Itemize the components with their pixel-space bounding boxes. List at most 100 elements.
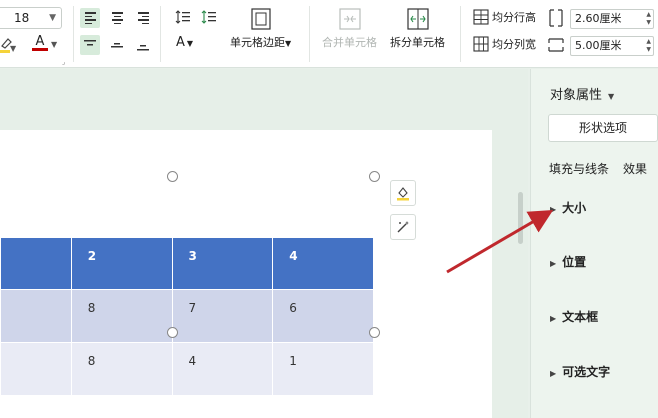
table-cell[interactable]	[0, 289, 72, 343]
ribbon-separator	[309, 6, 310, 62]
table-style-float-button[interactable]	[390, 180, 416, 206]
col-width-input[interactable]: 5.00厘米 ▲ ▼	[570, 36, 654, 56]
font-size-select[interactable]: 18 ▼	[0, 7, 62, 29]
expand-triangle-icon: ▶	[550, 314, 557, 323]
section-textbox[interactable]: ▶ 文本框	[550, 308, 598, 325]
table-cell[interactable]: 8	[70, 342, 173, 396]
distribute-rows-icon	[473, 9, 489, 25]
chevron-down-icon: ▼	[608, 92, 615, 101]
document-canvas[interactable]: 2 3 4 8 7 6 8 4 1	[0, 69, 528, 418]
split-cells-icon	[406, 8, 429, 30]
align-right-button[interactable]	[133, 8, 153, 28]
merge-cells-icon	[338, 8, 361, 30]
merge-cells-button[interactable]: 合并单元格	[322, 8, 377, 50]
row-height-input[interactable]: 2.60厘米 ▲ ▼	[570, 9, 654, 29]
table-cell[interactable]: 4	[171, 342, 274, 396]
data-table[interactable]: 2 3 4 8 7 6 8 4 1	[0, 237, 374, 396]
align-top-icon	[84, 40, 96, 46]
resize-handle-top-right[interactable]	[369, 171, 380, 182]
align-left-button[interactable]	[80, 8, 100, 28]
table-cell[interactable]: 4	[272, 237, 374, 290]
font-color-letter: A	[35, 34, 45, 49]
table-cell[interactable]: 7	[171, 289, 274, 343]
ribbon-separator	[160, 6, 161, 62]
split-cells-label: 拆分单元格	[390, 36, 445, 49]
align-center-icon	[111, 12, 123, 24]
shape-options-tab[interactable]: 形状选项	[548, 114, 658, 142]
distribute-cols-label: 均分列宽	[492, 38, 536, 51]
align-bottom-button[interactable]	[133, 35, 153, 55]
paragraph-spacing-icon	[201, 10, 216, 24]
subtab-effects[interactable]: 效果	[623, 162, 647, 176]
section-size[interactable]: ▶ 大小	[550, 199, 586, 216]
panel-title-text: 对象属性	[550, 88, 603, 103]
section-size-label: 大小	[562, 201, 587, 215]
section-position-label: 位置	[562, 255, 587, 269]
expand-triangle-icon: ▶	[550, 205, 557, 214]
resize-handle-bottom[interactable]	[167, 327, 178, 338]
split-cells-button[interactable]: 拆分单元格	[390, 8, 445, 50]
text-direction-letter: A	[176, 35, 185, 50]
chevron-down-icon: ▼	[285, 39, 292, 48]
panel-title[interactable]: 对象属性 ▼	[550, 84, 614, 103]
spinner-arrows-icon[interactable]: ▲ ▼	[646, 38, 651, 54]
align-left-icon	[84, 12, 96, 24]
chevron-down-icon: ▼	[186, 39, 194, 48]
table-cell[interactable]: 8	[70, 289, 173, 343]
section-alt-text-label: 可选文字	[562, 365, 611, 379]
align-middle-icon	[111, 43, 123, 48]
resize-handle-bottom-right[interactable]	[369, 327, 380, 338]
section-position[interactable]: ▶ 位置	[550, 253, 586, 270]
table-row: 8 4 1	[0, 342, 374, 396]
table-cell[interactable]: 2	[70, 237, 173, 290]
chevron-down-icon: ▼	[49, 13, 56, 23]
ribbon-toolbar: 18 ▼ ▼ A ▼ ⌟ A ▼ 单元格边距▼ 合并单元格 拆分单元格 均分行高…	[0, 0, 658, 68]
table-cell[interactable]	[0, 237, 72, 290]
font-color-button[interactable]: A	[32, 34, 48, 51]
merge-cells-label: 合并单元格	[322, 36, 377, 49]
row-height-icon	[548, 9, 564, 30]
table-cell[interactable]	[0, 342, 72, 396]
text-direction-button[interactable]: A ▼	[176, 35, 193, 50]
chevron-down-icon[interactable]: ▼	[10, 44, 16, 53]
paragraph-spacing-button[interactable]	[201, 9, 217, 28]
align-center-button[interactable]	[107, 8, 127, 28]
spinner-arrows-icon[interactable]: ▲ ▼	[646, 11, 651, 27]
magic-wand-icon	[397, 221, 409, 233]
table-tools-float-button[interactable]	[390, 214, 416, 240]
cell-margin-button[interactable]: 单元格边距▼	[230, 8, 291, 50]
line-spacing-icon	[175, 10, 190, 24]
font-size-value: 18	[14, 11, 30, 25]
paint-bucket-icon	[397, 187, 409, 201]
table-cell[interactable]: 1	[272, 342, 374, 396]
ribbon-separator	[460, 6, 461, 62]
expand-triangle-icon: ▶	[550, 259, 557, 268]
section-textbox-label: 文本框	[562, 310, 599, 324]
ribbon-separator	[73, 6, 74, 62]
dialog-launcher-icon[interactable]: ⌟	[62, 58, 65, 66]
resize-handle-top[interactable]	[167, 171, 178, 182]
align-top-button[interactable]	[80, 35, 100, 55]
table-header-row: 2 3 4	[0, 237, 374, 290]
section-alt-text[interactable]: ▶ 可选文字	[550, 363, 610, 380]
line-spacing-button[interactable]	[175, 9, 191, 28]
col-width-value: 5.00厘米	[575, 39, 622, 52]
distribute-cols-button[interactable]: 均分列宽	[473, 36, 536, 52]
align-bottom-icon	[137, 45, 149, 51]
distribute-cols-icon	[473, 36, 489, 52]
align-middle-button[interactable]	[107, 35, 127, 55]
col-width-icon	[548, 36, 564, 57]
expand-triangle-icon: ▶	[550, 369, 557, 378]
cell-margin-label: 单元格边距	[230, 36, 285, 49]
slide-page[interactable]: 2 3 4 8 7 6 8 4 1	[0, 130, 492, 418]
vertical-scrollbar[interactable]	[518, 192, 523, 244]
cell-margin-icon	[250, 8, 271, 30]
panel-subtabs: 填充与线条 效果	[549, 160, 658, 177]
chevron-down-icon[interactable]: ▼	[51, 40, 57, 49]
table-cell[interactable]: 3	[171, 237, 274, 290]
table-row: 8 7 6	[0, 289, 374, 343]
distribute-rows-button[interactable]: 均分行高	[473, 9, 536, 25]
shape-options-label: 形状选项	[578, 121, 627, 135]
table-cell[interactable]: 6	[272, 289, 374, 343]
subtab-fill-line[interactable]: 填充与线条	[549, 162, 609, 176]
